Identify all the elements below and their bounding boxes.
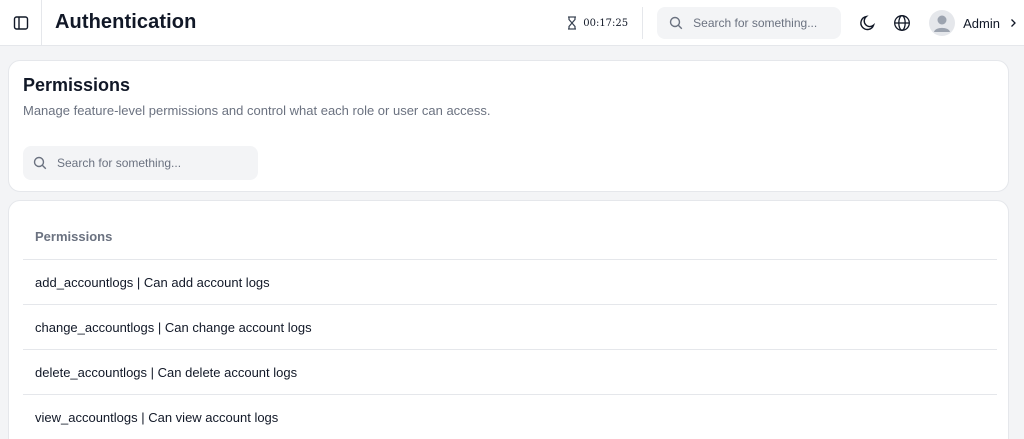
moon-icon (860, 15, 876, 31)
theme-toggle-button[interactable] (857, 12, 879, 34)
sidebar-toggle-button[interactable] (0, 0, 42, 46)
list-item[interactable]: change_accountlogs | Can change account … (23, 304, 997, 349)
user-name: Admin (963, 15, 1000, 31)
hourglass-icon (568, 16, 577, 30)
user-icon (934, 15, 951, 32)
user-menu[interactable]: Admin (929, 10, 1018, 36)
globe-icon (894, 15, 911, 31)
page-title: Authentication (55, 11, 197, 33)
list-item[interactable]: view_accountlogs | Can view account logs (23, 394, 997, 439)
list-item[interactable]: add_accountlogs | Can add account logs (23, 259, 997, 304)
section-subtitle: Manage feature-level permissions and con… (23, 103, 491, 118)
search-icon (33, 156, 47, 170)
sidebar-icon (13, 15, 28, 30)
permissions-search-input[interactable] (57, 156, 187, 170)
search-icon (669, 16, 683, 30)
header-search-input[interactable] (693, 16, 824, 30)
permissions-list-card: Permissions add_accountlogs | Can add ac… (8, 200, 1009, 439)
section-title: Permissions (23, 75, 131, 95)
header-search-box[interactable] (657, 7, 842, 39)
timer-value: 00:17:25 (583, 17, 629, 29)
header-actions: 00:17:25 Search for something... Admin (567, 0, 1024, 46)
permissions-card: Permissions Manage feature-level permiss… (8, 60, 1009, 192)
list-item[interactable]: delete_accountlogs | Can delete account … (23, 349, 997, 394)
avatar (929, 10, 956, 36)
language-button[interactable] (891, 12, 913, 34)
permissions-search-box[interactable] (23, 146, 258, 180)
chevron-right-icon (1011, 19, 1016, 27)
top-header: Authentication 00:17:25 Search for somet… (0, 0, 1024, 46)
session-timer: 00:17:25 (567, 7, 644, 39)
permissions-list: add_accountlogs | Can add account logs c… (23, 259, 997, 439)
list-column-header: Permissions (35, 229, 113, 244)
